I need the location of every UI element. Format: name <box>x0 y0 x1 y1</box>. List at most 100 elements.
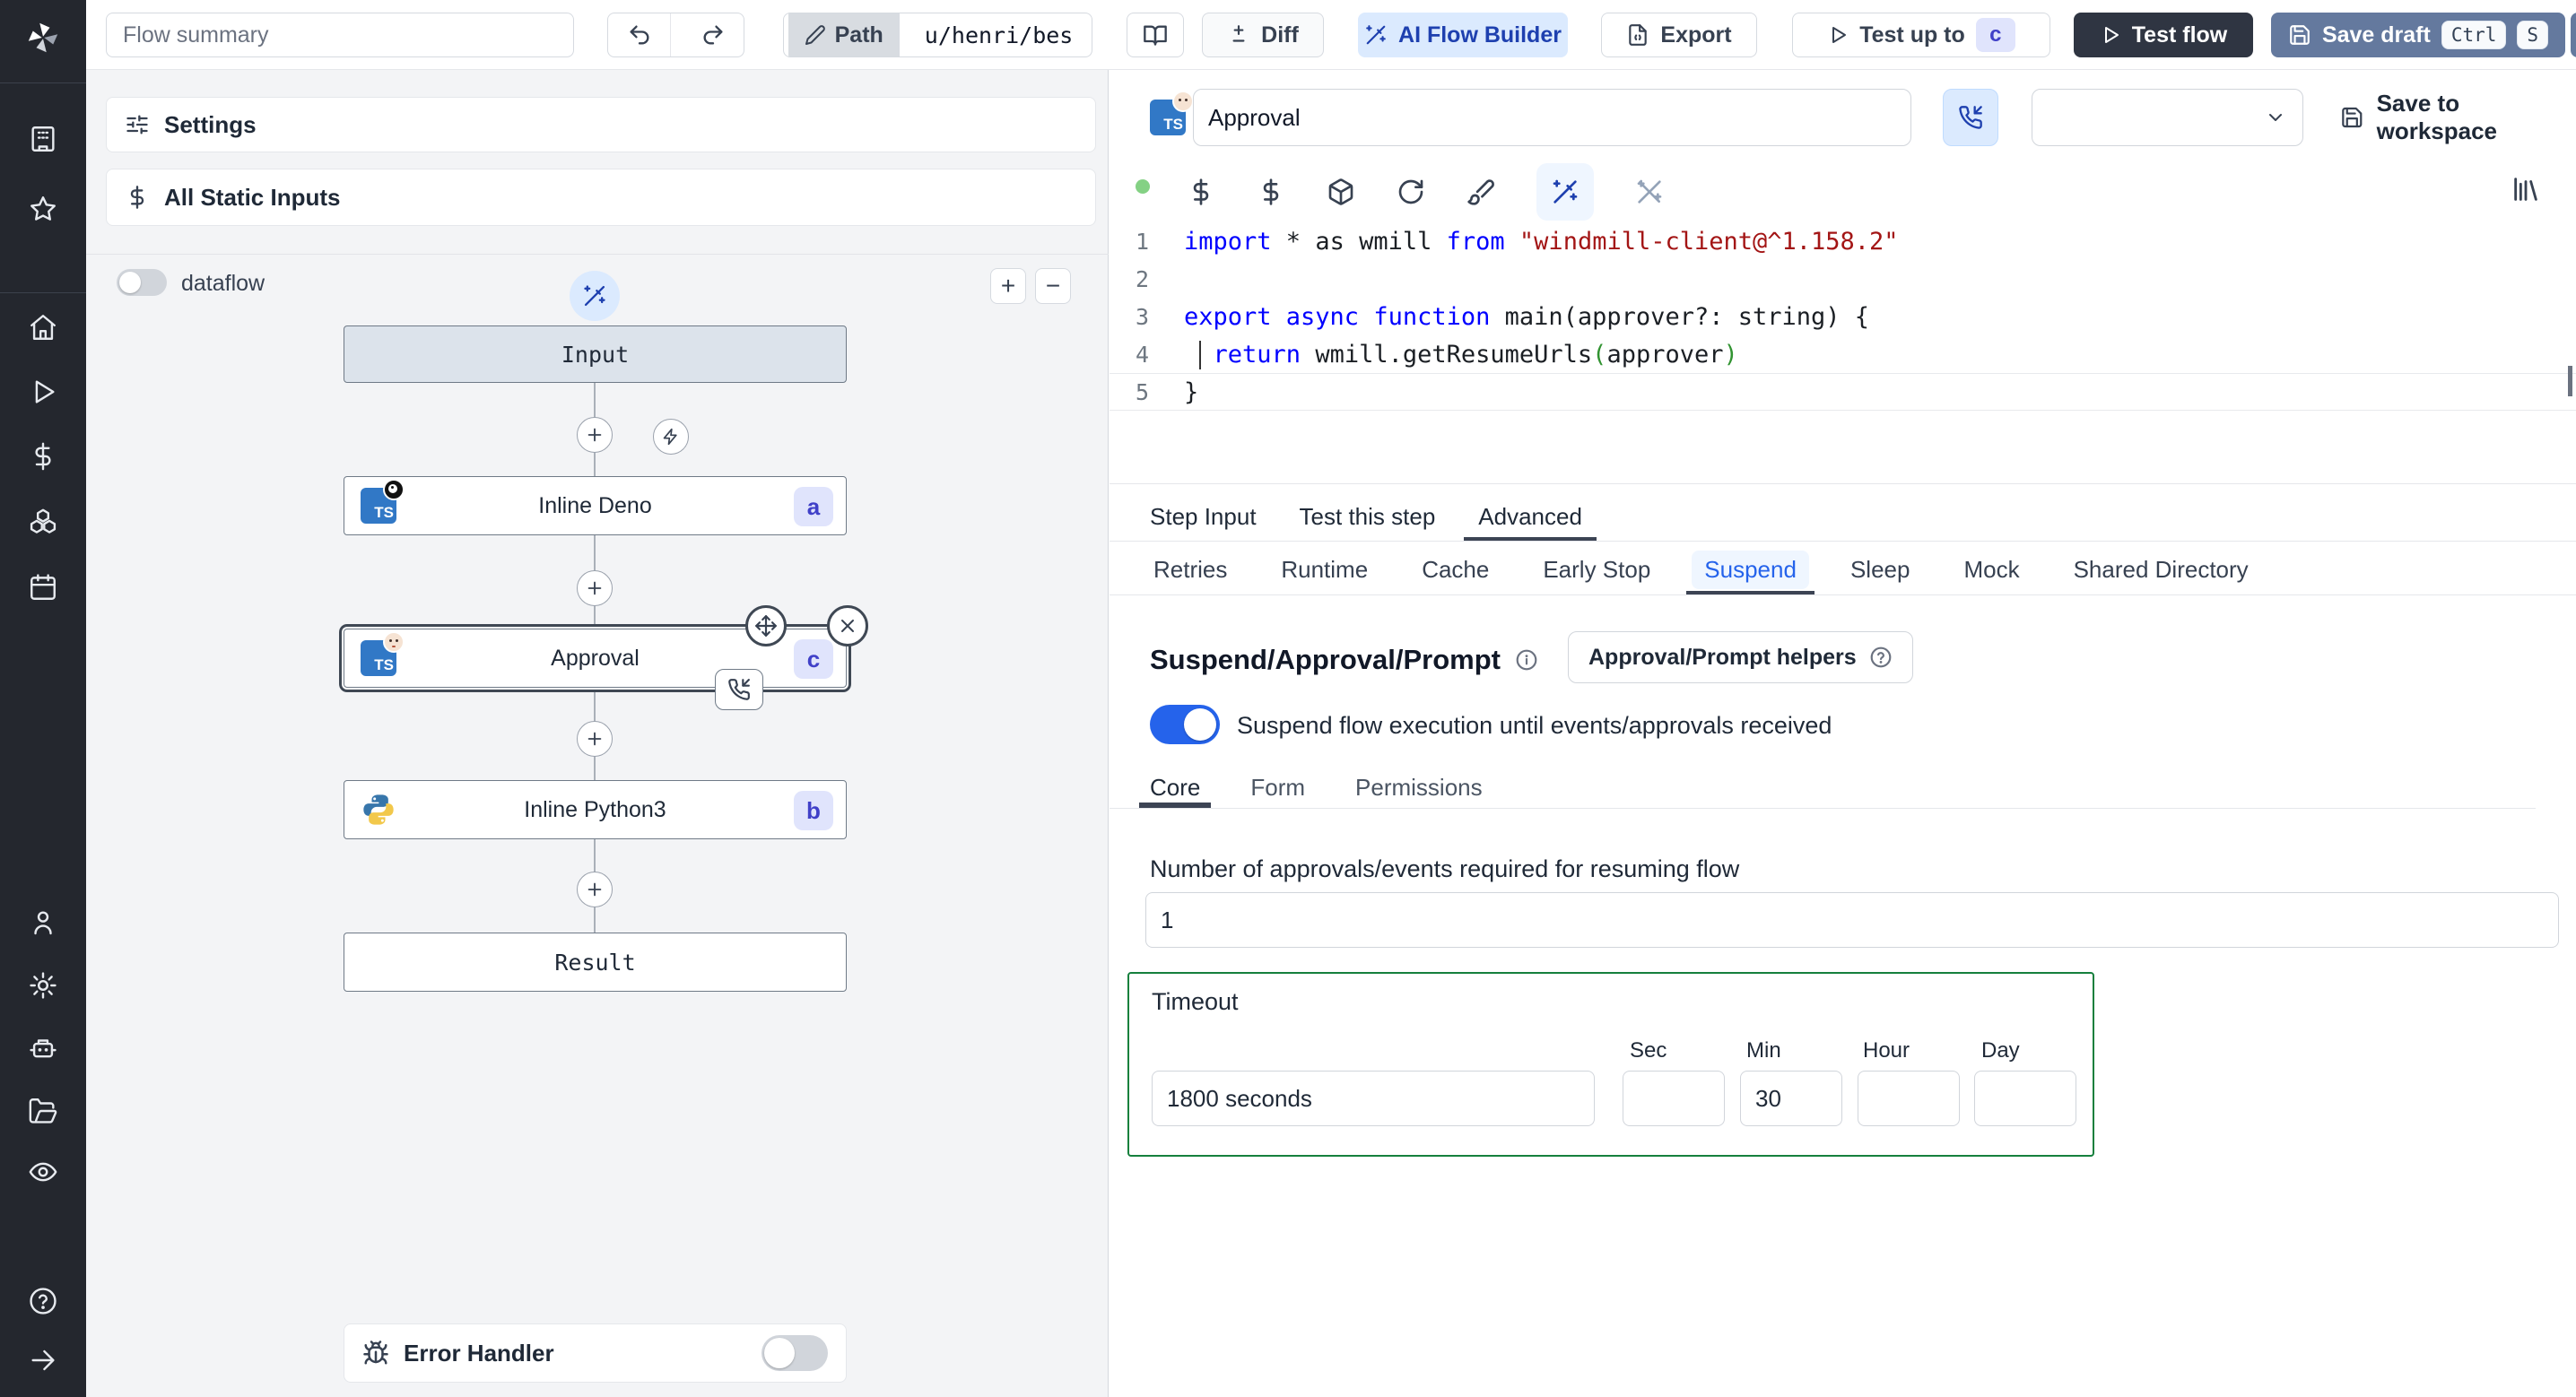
workers-robot-icon[interactable] <box>0 1033 86 1063</box>
redo-button[interactable] <box>682 13 744 56</box>
deno-badge-icon <box>383 479 405 500</box>
timeout-sec-input[interactable] <box>1623 1071 1725 1126</box>
tab-step-input[interactable]: Step Input <box>1150 492 1257 541</box>
export-button[interactable]: Export <box>1601 13 1757 57</box>
save-draft-button[interactable]: Save draft Ctrl S <box>2271 13 2565 57</box>
test-up-to-button[interactable]: Test up to c <box>1792 13 2050 57</box>
graph-ai-wand-button[interactable] <box>570 271 620 321</box>
suspend-enable-toggle[interactable] <box>1150 705 1220 744</box>
suspend-phone-toggle-button[interactable] <box>1943 89 1998 146</box>
subtab-retries[interactable]: Retries <box>1150 545 1231 594</box>
step-title-input[interactable] <box>1193 89 1911 146</box>
paintbrush-icon[interactable] <box>1466 178 1495 206</box>
suspend-phone-badge[interactable] <box>715 669 763 710</box>
test-up-to-step-badge: c <box>1975 18 2015 52</box>
help-question-icon[interactable] <box>0 1286 86 1316</box>
tab-core[interactable]: Core <box>1138 768 1212 808</box>
dollar-icon[interactable] <box>1257 178 1285 206</box>
timeout-day-input[interactable] <box>1974 1071 2076 1126</box>
undo-button[interactable] <box>608 13 671 56</box>
flow-node-input[interactable]: Input <box>344 325 847 383</box>
approvals-count-input[interactable] <box>1145 892 2559 948</box>
folders-folder-icon[interactable] <box>0 1096 86 1126</box>
all-static-inputs-button[interactable]: All Static Inputs <box>106 169 1096 226</box>
code-line: export async function main(approver?: st… <box>1184 302 1870 331</box>
subtab-cache[interactable]: Cache <box>1418 545 1493 594</box>
subtab-early-stop[interactable]: Early Stop <box>1539 545 1654 594</box>
suspend-toggle-label: Suspend flow execution until events/appr… <box>1237 712 1832 739</box>
timeout-unit-sec-label: Sec <box>1630 1038 1667 1063</box>
subtab-mock[interactable]: Mock <box>1960 545 2023 594</box>
tab-permissions[interactable]: Permissions <box>1355 768 1483 808</box>
flow-node-result[interactable]: Result <box>344 933 847 992</box>
diff-button[interactable]: Diff <box>1202 13 1324 57</box>
variables-dollar-icon[interactable] <box>0 441 86 472</box>
library-icon[interactable] <box>2511 174 2541 204</box>
kbd-ctrl: Ctrl <box>2441 21 2507 49</box>
error-handler-toggle[interactable] <box>761 1335 828 1371</box>
flow-summary-input[interactable] <box>106 13 574 57</box>
error-handler-label: Error Handler <box>404 1339 554 1367</box>
node-python-id-badge: b <box>794 791 833 830</box>
settings-gear-icon[interactable] <box>0 970 86 1001</box>
subtab-sleep[interactable]: Sleep <box>1847 545 1914 594</box>
app-sidebar <box>0 0 86 1397</box>
script-kind-select[interactable] <box>2032 89 2303 146</box>
code-editor[interactable]: 1 import * as wmill from "windmill-client… <box>1110 215 2576 484</box>
zoom-in-button[interactable]: + <box>990 268 1026 304</box>
timeout-seconds-input[interactable] <box>1152 1071 1595 1126</box>
path-button[interactable]: Path u/henri/bes <box>783 13 1092 57</box>
code-line: import * as wmill from "windmill-client@… <box>1184 227 1899 256</box>
deploy-button-clipped[interactable] <box>2571 13 2576 57</box>
dollar-icon[interactable] <box>1187 178 1215 206</box>
subtab-suspend[interactable]: Suspend <box>1686 545 1815 594</box>
flow-node-inline-deno[interactable]: TS Inline Deno a <box>344 476 847 535</box>
add-step-button[interactable] <box>577 872 613 907</box>
test-up-to-label: Test up to <box>1859 22 1965 48</box>
move-node-handle[interactable] <box>745 605 787 646</box>
test-flow-button[interactable]: Test flow <box>2074 13 2253 57</box>
add-step-button[interactable] <box>577 417 613 453</box>
status-dot <box>1136 179 1150 194</box>
wand-off-icon[interactable] <box>1635 178 1664 206</box>
resources-boxes-icon[interactable] <box>0 508 86 538</box>
node-input-label: Input <box>561 341 630 368</box>
runs-play-icon[interactable] <box>0 377 86 407</box>
docs-button[interactable] <box>1127 13 1184 57</box>
line-number: 4 <box>1135 341 1149 368</box>
audit-eye-icon[interactable] <box>0 1157 86 1187</box>
windmill-logo[interactable] <box>0 20 86 56</box>
approval-prompt-helpers-button[interactable]: Approval/Prompt helpers <box>1568 631 1913 683</box>
dataflow-toggle[interactable] <box>117 269 167 296</box>
ai-flow-builder-button[interactable]: AI Flow Builder <box>1358 13 1568 57</box>
schedules-calendar-icon[interactable] <box>0 572 86 603</box>
save-to-workspace-button[interactable]: Save to workspace <box>2340 89 2576 146</box>
subtab-runtime[interactable]: Runtime <box>1277 545 1371 594</box>
save-draft-label: Save draft <box>2321 22 2431 48</box>
step-tabs: Step Input Test this step Advanced <box>1110 492 2576 542</box>
error-handler-row[interactable]: Error Handler <box>344 1323 847 1383</box>
info-icon[interactable] <box>1515 648 1538 672</box>
tab-advanced[interactable]: Advanced <box>1464 492 1597 541</box>
flow-settings-button[interactable]: Settings <box>106 97 1096 152</box>
favorites-star-icon[interactable] <box>0 194 86 224</box>
users-person-icon[interactable] <box>0 907 86 938</box>
zoom-out-button[interactable]: − <box>1035 268 1071 304</box>
add-step-button[interactable] <box>577 721 613 757</box>
flow-node-inline-python[interactable]: Inline Python3 b <box>344 780 847 839</box>
timeout-label: Timeout <box>1152 988 1239 1015</box>
timeout-min-input[interactable] <box>1740 1071 1842 1126</box>
workspace-building-icon[interactable] <box>0 124 86 154</box>
timeout-hour-input[interactable] <box>1858 1071 1960 1126</box>
subtab-shared-directory[interactable]: Shared Directory <box>2070 545 2252 594</box>
tab-form[interactable]: Form <box>1250 768 1305 808</box>
expand-arrow-right-icon[interactable] <box>0 1345 86 1375</box>
tab-test-this-step[interactable]: Test this step <box>1300 492 1436 541</box>
refresh-icon[interactable] <box>1397 178 1425 206</box>
home-icon[interactable] <box>0 312 86 343</box>
delete-node-button[interactable] <box>827 605 868 646</box>
trigger-zap-button[interactable] <box>653 419 689 455</box>
package-icon[interactable] <box>1327 178 1355 206</box>
ai-assistant-wand-button[interactable] <box>1536 163 1594 221</box>
add-step-button[interactable] <box>577 570 613 606</box>
